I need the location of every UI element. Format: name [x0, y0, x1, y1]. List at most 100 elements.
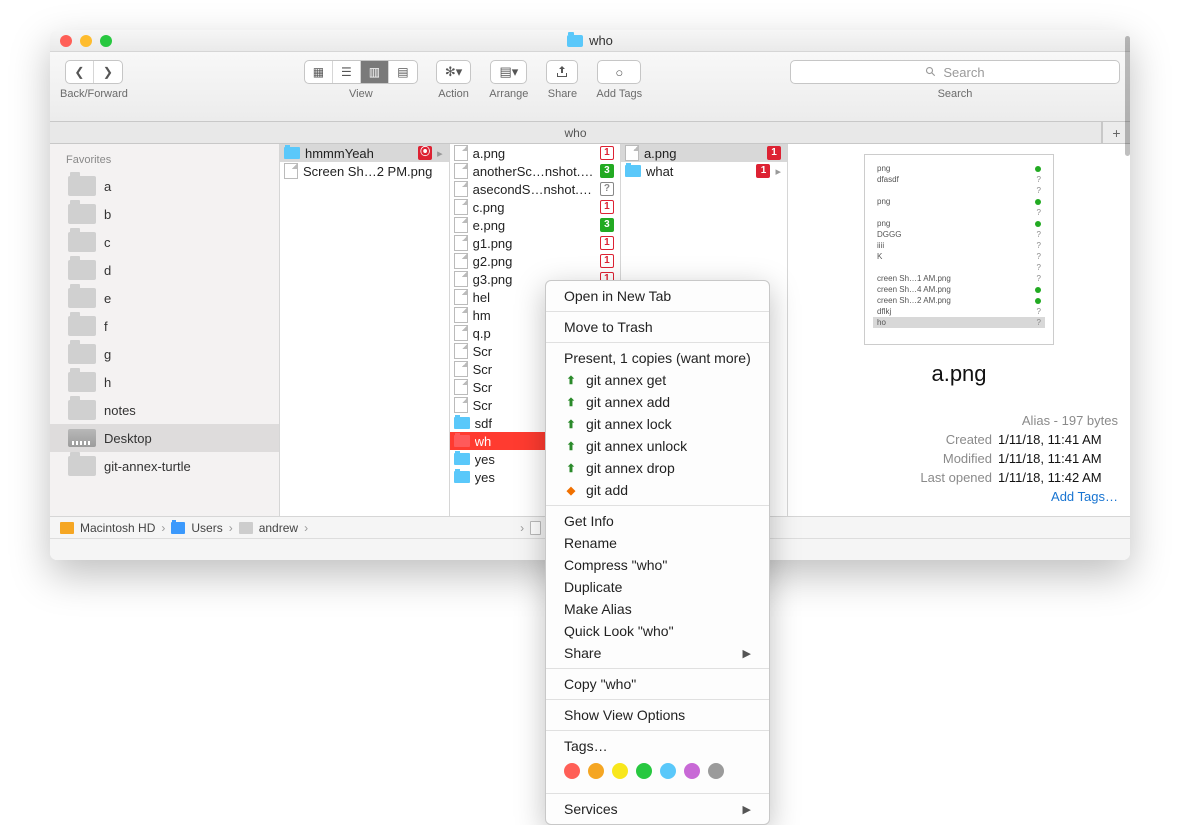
sidebar-item-label: e [104, 291, 111, 306]
menu-view-options[interactable]: Show View Options [546, 704, 769, 726]
favorites-header: Favorites [50, 150, 279, 172]
list-item[interactable]: e.png3 [450, 216, 620, 234]
tab-bar: who + [50, 122, 1130, 144]
tag-color[interactable] [660, 763, 676, 779]
menu-git-annex-add[interactable]: ⬆git annex add [546, 391, 769, 413]
menu-git-add[interactable]: ◆git add [546, 479, 769, 501]
menu-get-info[interactable]: Get Info [546, 510, 769, 532]
sidebar-item-a[interactable]: a [50, 172, 279, 200]
preview-line: ho? [873, 317, 1045, 328]
menu-git-annex-get[interactable]: ⬆git annex get [546, 369, 769, 391]
action-button[interactable]: ✻▾ [436, 60, 471, 84]
add-tags-button[interactable]: ○ [597, 60, 641, 84]
tag-color[interactable] [612, 763, 628, 779]
toolbar: ❮ ❯ Back/Forward ▦ ☰ ▥ ▤ View ✻▾ Action … [50, 52, 1130, 122]
tag-color[interactable] [708, 763, 724, 779]
sidebar-item-e[interactable]: e [50, 284, 279, 312]
sidebar-item-b[interactable]: b [50, 200, 279, 228]
menu-rename[interactable]: Rename [546, 532, 769, 554]
sidebar-item-label: d [104, 263, 111, 278]
menu-duplicate[interactable]: Duplicate [546, 576, 769, 598]
add-tags-link[interactable]: Add Tags… [998, 489, 1118, 504]
back-button[interactable]: ❮ [66, 61, 94, 83]
menu-git-annex-unlock[interactable]: ⬆git annex unlock [546, 435, 769, 457]
arrange-button[interactable]: ▤▾ [490, 60, 527, 84]
folder-icon [68, 176, 96, 196]
menu-quick-look[interactable]: Quick Look "who" [546, 620, 769, 642]
zoom-icon[interactable] [100, 35, 112, 47]
list-item[interactable]: g1.png1 [450, 234, 620, 252]
menu-make-alias[interactable]: Make Alias [546, 598, 769, 620]
menu-open-new-tab[interactable]: Open in New Tab [546, 285, 769, 307]
menu-tags[interactable]: Tags… [546, 735, 769, 757]
search-icon [925, 66, 937, 78]
list-item[interactable]: anotherSc…nshot.png3 [450, 162, 620, 180]
folder-icon [68, 288, 96, 308]
list-item[interactable]: what1▸ [621, 162, 787, 180]
list-item[interactable]: g2.png1 [450, 252, 620, 270]
view-column-icon[interactable]: ▥ [361, 61, 389, 83]
folder-icon [454, 417, 470, 429]
list-item[interactable]: asecondS…nshot.png? [450, 180, 620, 198]
item-name: a.png [473, 146, 595, 161]
forward-button[interactable]: ❯ [94, 61, 122, 83]
item-name: hmmmYeah [305, 146, 413, 161]
sidebar-item-c[interactable]: c [50, 228, 279, 256]
sidebar-item-desktop[interactable]: Desktop [50, 424, 279, 452]
menu-services[interactable]: Services▶ [546, 798, 769, 820]
path-seg[interactable]: andrew [259, 521, 298, 535]
menu-share[interactable]: Share▶ [546, 642, 769, 664]
column-1[interactable]: hmmmYeah⦿▸Screen Sh…2 PM.png [280, 144, 450, 516]
back-forward-buttons[interactable]: ❮ ❯ [65, 60, 123, 84]
hd-icon [60, 522, 74, 534]
path-seg[interactable]: Users [191, 521, 222, 535]
sidebar-item-label: b [104, 207, 111, 222]
sidebar-item-label: a [104, 179, 111, 194]
sidebar-item-git-annex-turtle[interactable]: git-annex-turtle [50, 452, 279, 480]
menu-copy[interactable]: Copy "who" [546, 673, 769, 695]
sidebar-item-h[interactable]: h [50, 368, 279, 396]
file-icon [284, 163, 298, 179]
view-gallery-icon[interactable]: ▤ [389, 61, 417, 83]
search-input[interactable]: Search [790, 60, 1120, 84]
tag-color[interactable] [588, 763, 604, 779]
preview-line: creen Sh…1 AM.png? [873, 273, 1045, 284]
list-item[interactable]: hmmmYeah⦿▸ [280, 144, 449, 162]
sidebar-item-f[interactable]: f [50, 312, 279, 340]
tab-who[interactable]: who [50, 122, 1102, 143]
minimize-icon[interactable] [80, 35, 92, 47]
sidebar-item-d[interactable]: d [50, 256, 279, 284]
tag-color[interactable] [684, 763, 700, 779]
view-list-icon[interactable]: ☰ [333, 61, 361, 83]
preview-line: dfasdf? [873, 174, 1045, 185]
list-item[interactable]: c.png1 [450, 198, 620, 216]
menu-move-to-trash[interactable]: Move to Trash [546, 316, 769, 338]
list-item[interactable]: a.png1 [621, 144, 787, 162]
item-name: e.png [473, 218, 595, 233]
list-item[interactable]: Screen Sh…2 PM.png [280, 162, 449, 180]
sidebar-item-label: h [104, 375, 111, 390]
view-icon-icon[interactable]: ▦ [305, 61, 333, 83]
sidebar-item-g[interactable]: g [50, 340, 279, 368]
modified-label: Modified [896, 451, 992, 466]
sidebar-item-notes[interactable]: notes [50, 396, 279, 424]
list-item[interactable]: a.png1 [450, 144, 620, 162]
file-icon [454, 361, 468, 377]
opened-label: Last opened [896, 470, 992, 485]
share-button[interactable] [546, 60, 578, 84]
folder-icon [68, 372, 96, 392]
item-name: g2.png [473, 254, 595, 269]
folder-icon [68, 204, 96, 224]
action-label: Action [438, 88, 469, 100]
chevron-right-icon: ▶ [743, 803, 751, 816]
menu-compress[interactable]: Compress "who" [546, 554, 769, 576]
path-seg[interactable]: Macintosh HD [80, 521, 155, 535]
menu-git-annex-drop[interactable]: ⬆git annex drop [546, 457, 769, 479]
tag-color[interactable] [636, 763, 652, 779]
context-menu: Open in New Tab Move to Trash Present, 1… [545, 280, 770, 825]
search-label: Search [938, 88, 973, 100]
view-switch[interactable]: ▦ ☰ ▥ ▤ [304, 60, 418, 84]
tag-color[interactable] [564, 763, 580, 779]
close-icon[interactable] [60, 35, 72, 47]
menu-git-annex-lock[interactable]: ⬆git annex lock [546, 413, 769, 435]
